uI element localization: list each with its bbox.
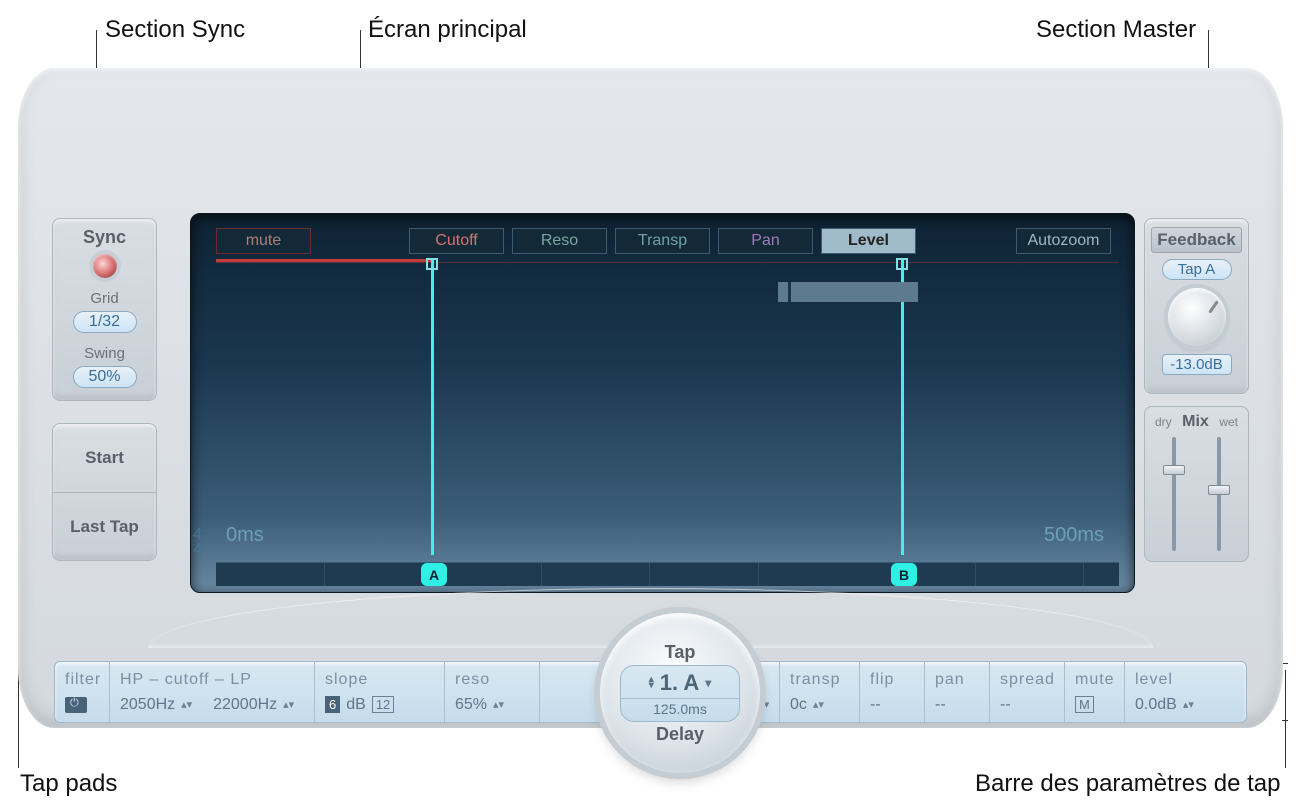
level-label: level <box>1135 671 1205 689</box>
spread-label: spread <box>1000 671 1054 689</box>
timeline-ruler[interactable]: A B <box>216 562 1119 586</box>
sync-section: Sync Grid 1/32 Swing 50% <box>52 218 157 401</box>
time-end: 500ms <box>1044 524 1104 547</box>
slope-unit: dB <box>346 696 366 714</box>
mix-label: Mix <box>1182 413 1209 431</box>
flip-value[interactable]: -- <box>870 696 881 714</box>
callout-master: Section Master <box>1036 16 1196 44</box>
medallion-tap-label: Tap <box>665 642 696 663</box>
wet-label: wet <box>1219 415 1238 429</box>
callout-main: Écran principal <box>368 16 527 44</box>
filter-power-button[interactable] <box>65 697 87 713</box>
pan-cell: pan -- <box>925 662 990 722</box>
level-value[interactable]: 0.0dB <box>1135 696 1177 714</box>
callout-tapbar-line <box>1285 670 1286 768</box>
tab-level[interactable]: Level <box>821 228 916 254</box>
tab-mute[interactable]: mute <box>216 228 311 254</box>
medallion-pill: ▴▾ 1. A ▾ 125.0ms <box>620 665 740 722</box>
dry-slider[interactable] <box>1159 437 1189 551</box>
transp-cell: transp 0c▴▾ <box>780 662 860 722</box>
cutoff-cell: HP – cutoff – LP 2050Hz▴▾ 22000Hz▴▾ <box>110 662 315 722</box>
callout-pads: Tap pads <box>20 770 117 798</box>
spread-value[interactable]: -- <box>1000 696 1011 714</box>
tap-marker-b[interactable]: B <box>891 563 917 586</box>
slope-12[interactable]: 12 <box>372 696 394 713</box>
tap-delay-medallion: Tap ▴▾ 1. A ▾ 125.0ms Delay <box>600 613 760 773</box>
mute-cell: mute M <box>1065 662 1125 722</box>
transp-label: transp <box>790 671 849 689</box>
tap-pads: Start Last Tap <box>52 423 157 561</box>
feedback-value[interactable]: -13.0dB <box>1162 354 1232 375</box>
mute-button[interactable]: M <box>1075 696 1094 713</box>
callout-tapbar: Barre des paramètres de tap <box>975 770 1281 798</box>
stepper-icon[interactable]: ▴▾ <box>649 677 654 689</box>
sync-radio[interactable] <box>93 254 117 278</box>
slope-label: slope <box>325 671 434 689</box>
reso-label: reso <box>455 671 529 689</box>
tab-cutoff[interactable]: Cutoff <box>409 228 504 254</box>
start-pad[interactable]: Start <box>53 424 156 492</box>
medallion-delay-label: Delay <box>656 724 704 745</box>
time-start: 0ms <box>226 524 264 547</box>
mix-sliders <box>1151 431 1242 551</box>
tab-pan[interactable]: Pan <box>718 228 813 254</box>
mute-label: mute <box>1075 671 1114 689</box>
reso-value[interactable]: 65% <box>455 696 487 714</box>
sync-title: Sync <box>53 227 156 248</box>
plugin-window: Sync Grid 1/32 Swing 50% Start Last Tap … <box>18 68 1283 728</box>
level-cell: level 0.0dB▴▾ <box>1125 662 1215 722</box>
tab-transp[interactable]: Transp <box>615 228 710 254</box>
flip-label: flip <box>870 671 914 689</box>
master-section: Feedback Tap A -13.0dB dry Mix wet <box>1144 218 1249 562</box>
chevron-down-icon[interactable]: ▾ <box>705 680 711 686</box>
transp-value[interactable]: 0c <box>790 696 807 714</box>
tap-selector-value: 1. A <box>660 670 700 696</box>
main-display[interactable]: mute Cutoff Reso Transp Pan Level Autozo… <box>190 213 1135 593</box>
reso-cell: reso 65%▴▾ <box>445 662 540 722</box>
mute-rule <box>216 262 1119 263</box>
timesig-top: 4 <box>193 527 202 542</box>
wet-slider[interactable] <box>1204 437 1234 551</box>
display-tabs: mute Cutoff Reso Transp Pan Level Autozo… <box>216 228 1119 254</box>
pan-value[interactable]: -- <box>935 696 946 714</box>
callout-tapbar-tick2 <box>1282 720 1288 721</box>
flip-cell: flip -- <box>860 662 925 722</box>
feedback-box: Feedback Tap A -13.0dB <box>1144 218 1249 394</box>
filter-label: filter <box>65 671 99 689</box>
feedback-tap-select[interactable]: Tap A <box>1162 259 1232 280</box>
callout-sync: Section Sync <box>105 16 245 44</box>
lp-value[interactable]: 22000Hz <box>213 696 277 714</box>
display-body[interactable] <box>216 259 1119 555</box>
tab-reso[interactable]: Reso <box>512 228 607 254</box>
tap-selector[interactable]: ▴▾ 1. A ▾ <box>621 670 739 696</box>
slope-cell: slope 6 dB 12 <box>315 662 445 722</box>
grid-label: Grid <box>53 290 156 307</box>
pan-label: pan <box>935 671 979 689</box>
autozoom-button[interactable]: Autozoom <box>1016 228 1111 254</box>
last-tap-pad[interactable]: Last Tap <box>53 492 156 560</box>
swing-label: Swing <box>53 345 156 362</box>
swing-value[interactable]: 50% <box>73 366 137 388</box>
feedback-knob[interactable] <box>1168 288 1226 346</box>
pan-block[interactable] <box>778 282 918 302</box>
dry-label: dry <box>1155 415 1172 429</box>
cutoff-label: HP – cutoff – LP <box>120 671 304 689</box>
filter-cell: filter <box>55 662 110 722</box>
delay-value[interactable]: 125.0ms <box>621 698 739 717</box>
time-signature: 4 4 <box>193 527 202 557</box>
grid-value[interactable]: 1/32 <box>73 311 137 333</box>
slope-6[interactable]: 6 <box>325 696 340 713</box>
timesig-bot: 4 <box>193 542 202 557</box>
mix-box: dry Mix wet <box>1144 406 1249 562</box>
spread-cell: spread -- <box>990 662 1065 722</box>
feedback-button[interactable]: Feedback <box>1151 227 1242 253</box>
tap-marker-a[interactable]: A <box>421 563 447 586</box>
hp-value[interactable]: 2050Hz <box>120 696 175 714</box>
